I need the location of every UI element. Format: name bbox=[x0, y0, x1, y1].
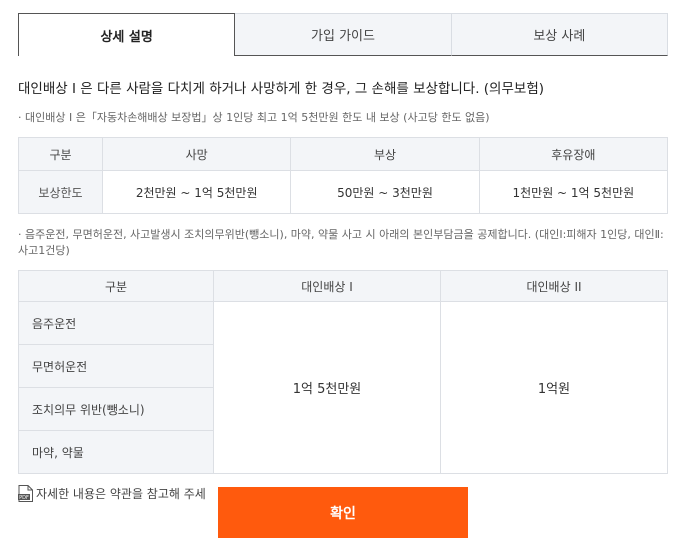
deductible-liability-1: 1억 5천만원 bbox=[213, 301, 441, 474]
tab-claim-cases[interactable]: 보상 사례 bbox=[451, 13, 668, 56]
col-header-category: 구분 bbox=[18, 137, 103, 171]
deductible-liability-2: 1억원 bbox=[440, 301, 668, 474]
row-header-unlicensed: 무면허운전 bbox=[18, 344, 214, 388]
tab-details[interactable]: 상세 설명 bbox=[18, 13, 236, 56]
col-header-category: 구분 bbox=[18, 270, 214, 302]
row-header-drugs: 마약, 약물 bbox=[18, 430, 214, 474]
terms-pdf-link-label: 자세한 내용은 약관을 참고해 주세 bbox=[36, 487, 206, 501]
limit-death: 2천만원 ~ 1억 5천만원 bbox=[101, 170, 292, 214]
col-header-death: 사망 bbox=[101, 137, 292, 171]
limit-disability: 1천만원 ~ 1억 5천만원 bbox=[478, 170, 669, 214]
tab-bar: 상세 설명 가입 가이드 보상 사례 bbox=[18, 13, 668, 56]
row-header-drunk-driving: 음주운전 bbox=[18, 301, 214, 345]
deductible-table: 구분 대인배상 I 대인배상 II 음주운전 1억 5천만원 1억원 무면허운전… bbox=[18, 270, 668, 474]
terms-pdf-link[interactable]: PDF 자세한 내용은 약관을 참고해 주세 bbox=[18, 485, 206, 502]
section-headline: 대인배상 I 은 다른 사람을 다치게 하거나 사망하게 한 경우, 그 손해를… bbox=[18, 81, 545, 97]
col-header-liability-1: 대인배상 I bbox=[213, 270, 441, 302]
confirm-button[interactable]: 확인 bbox=[218, 487, 468, 538]
col-header-liability-2: 대인배상 II bbox=[440, 270, 668, 302]
col-header-disability: 후유장애 bbox=[478, 137, 669, 171]
row-header-hit-and-run: 조치의무 위반(뺑소니) bbox=[18, 387, 214, 431]
svg-text:PDF: PDF bbox=[19, 495, 29, 501]
limit-injury: 50만원 ~ 3천만원 bbox=[290, 170, 480, 214]
row-header-limit: 보상한도 bbox=[18, 170, 103, 214]
coverage-note: · 대인배상 I 은「자동차손해배상 보장법」상 1인당 최고 1억 5천만원 … bbox=[18, 111, 490, 124]
tab-signup-guide[interactable]: 가입 가이드 bbox=[235, 13, 452, 56]
pdf-icon: PDF bbox=[18, 485, 33, 502]
coverage-limit-table: 구분 사망 부상 후유장애 보상한도 2천만원 ~ 1억 5천만원 50만원 ~… bbox=[18, 137, 669, 214]
deductible-note: · 음주운전, 무면허운전, 사고발생시 조치의무위반(뺑소니), 마약, 약물… bbox=[18, 228, 664, 257]
col-header-injury: 부상 bbox=[290, 137, 480, 171]
